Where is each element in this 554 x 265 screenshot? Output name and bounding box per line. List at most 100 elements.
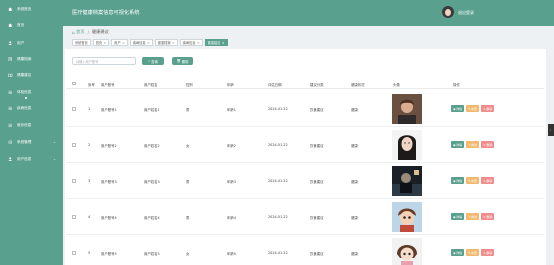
avatar[interactable]: [442, 6, 454, 18]
table-row: 5 用户账号5 用户姓名5 女 年龄5 2024-01-22 饮食建议 健康 ◉…: [66, 235, 544, 265]
delete-button[interactable]: ✕ 删除: [481, 249, 495, 256]
close-icon[interactable]: ×: [122, 41, 125, 45]
column-header: 头像: [393, 82, 400, 87]
table-row: 4 用户账号4 用户姓名4 男 年龄4 2024-01-22 饮食建议 健康 ◉…: [66, 199, 544, 235]
edit-button[interactable]: ✎ 修改: [466, 249, 480, 256]
chevron-down-icon: ⌄: [52, 157, 56, 161]
close-icon[interactable]: ×: [222, 41, 225, 45]
cell-account: 用户账号3: [101, 180, 117, 184]
row-actions: ◉ 详情 ✎ 修改 ✕ 删除: [451, 177, 495, 184]
table-header: 序号 用户账号 用户姓名 性别 年龄 评估日期 建议分类 健康状况 头像 操作: [66, 78, 544, 89]
row-checkbox[interactable]: [72, 143, 76, 147]
tag-user[interactable]: 用户 ×: [111, 39, 128, 46]
delete-button[interactable]: ✕ 删除: [481, 177, 495, 184]
view-button[interactable]: ◉ 详情: [451, 213, 465, 220]
breadcrumb-home[interactable]: 首页: [76, 29, 84, 35]
cell-index: 3: [88, 179, 91, 183]
home-icon: [8, 7, 13, 12]
close-icon[interactable]: ×: [104, 41, 107, 45]
avatar-photo[interactable]: [392, 238, 422, 265]
view-button[interactable]: ◉ 详情: [451, 177, 465, 184]
cell-category: 饮食建议: [310, 144, 324, 148]
close-icon[interactable]: ×: [197, 41, 200, 45]
book-icon: [8, 73, 13, 78]
logout-link[interactable]: 退出登录: [458, 10, 474, 16]
sidebar-item-label: 健康档案: [17, 56, 32, 61]
row-checkbox[interactable]: [72, 107, 76, 111]
cell-account: 用户账号1: [101, 108, 117, 112]
user-icon: [8, 157, 13, 162]
query-label: 查询: [151, 59, 158, 64]
close-icon[interactable]: ×: [147, 41, 150, 45]
search-placeholder: 请输入用户账号: [76, 59, 99, 64]
avatar-photo[interactable]: [392, 166, 422, 196]
batch-delete-button[interactable]: 🗑 删除: [172, 57, 193, 65]
tag-health-records[interactable]: 健康档案 ×: [154, 39, 178, 46]
view-button[interactable]: ◉ 详情: [451, 141, 465, 148]
view-label: 详情: [456, 106, 463, 111]
edit-button[interactable]: ✎ 修改: [466, 141, 480, 148]
cell-status: 健康: [351, 108, 358, 112]
view-button[interactable]: ◉ 详情: [451, 105, 465, 112]
tag-home[interactable]: 首页 ×: [92, 39, 110, 46]
row-actions: ◉ 详情 ✎ 修改 ✕ 删除: [451, 213, 495, 220]
column-header: 评估日期: [268, 82, 282, 87]
sidebar-item-health-records[interactable]: 健康档案: [0, 54, 63, 64]
cell-account: 用户账号4: [101, 216, 117, 220]
cell-category: 饮食建议: [310, 108, 324, 112]
tag-label: 健康档案: [157, 41, 171, 45]
cell-index: 1: [88, 107, 91, 111]
avatar-photo[interactable]: [392, 94, 422, 124]
edit-button[interactable]: ✎ 修改: [466, 177, 480, 184]
tag-system-home[interactable]: 系统首页: [72, 39, 91, 46]
list-icon: [8, 106, 13, 111]
tag-disease-info-2[interactable]: 疾病信息 ×: [179, 39, 203, 46]
side-drawer-handle[interactable]: ‹: [548, 124, 554, 136]
close-icon[interactable]: ×: [172, 41, 175, 45]
home-icon: ⌂: [72, 29, 75, 35]
cell-date: 2024-01-22: [268, 143, 288, 147]
row-checkbox[interactable]: [72, 215, 76, 219]
delete-button[interactable]: ✕ 删除: [481, 105, 495, 112]
chevron-down-icon: ⌄: [52, 140, 56, 144]
edit-button[interactable]: ✎ 修改: [466, 105, 480, 112]
view-label: 详情: [456, 250, 463, 255]
row-checkbox[interactable]: [72, 251, 76, 255]
view-button[interactable]: ◉ 详情: [451, 249, 465, 256]
query-button[interactable]: ⌕ 查询: [142, 57, 164, 65]
sidebar-item-system-management[interactable]: 系统管理 ⌄: [0, 137, 63, 147]
cell-status: 健康: [351, 144, 358, 148]
cell-index: 2: [88, 143, 91, 147]
sidebar-item-health-advice[interactable]: 健康建议: [0, 70, 63, 80]
delete-button[interactable]: ✕ 删除: [481, 213, 495, 220]
tag-label: 系统首页: [75, 41, 88, 45]
tag-label: 首页: [95, 41, 103, 45]
trash-icon: 🗑: [176, 59, 181, 63]
column-header: 性别: [186, 82, 193, 87]
sidebar-item-disease-info[interactable]: 疾病信息: [0, 103, 63, 113]
select-all-checkbox[interactable]: [72, 81, 76, 85]
sidebar-item-home[interactable]: 首页: [0, 20, 63, 30]
gear-icon: [8, 140, 13, 145]
sidebar-item-system-home[interactable]: 系统首页: [0, 4, 63, 14]
search-input[interactable]: 请输入用户账号: [72, 57, 136, 65]
column-header: 序号: [88, 82, 95, 87]
tag-disease-info[interactable]: 疾病信息 ×: [129, 39, 153, 46]
sidebar-item-user[interactable]: 用户: [0, 38, 63, 48]
edit-button[interactable]: ✎ 修改: [466, 213, 480, 220]
view-label: 详情: [456, 142, 463, 147]
tag-health-advice[interactable]: 健康建议 ×: [204, 39, 228, 46]
avatar-photo[interactable]: [392, 202, 422, 232]
avatar-photo[interactable]: [392, 130, 422, 160]
column-header: 操作: [453, 82, 460, 87]
tags-bar: 系统首页 首页 × 用户 × 疾病信息 × 健康档案 × 疾病信息 × 健康建议 ×: [72, 39, 228, 46]
cell-gender: 男: [186, 180, 190, 184]
cell-name: 用户姓名3: [144, 180, 160, 184]
sidebar-item-visit-info[interactable]: 就诊信息: [0, 120, 63, 130]
column-header: 用户账号: [101, 82, 115, 87]
row-checkbox[interactable]: [72, 179, 76, 183]
edit-label: 修改: [471, 214, 478, 219]
delete-button[interactable]: ✕ 删除: [481, 141, 495, 148]
table-row: 2 用户账号2 用户姓名2 女 年龄2 2024-01-22 饮食建议 健康 ◉…: [66, 127, 544, 163]
sidebar-item-user-info[interactable]: 用户信息 ⌄: [0, 154, 63, 164]
